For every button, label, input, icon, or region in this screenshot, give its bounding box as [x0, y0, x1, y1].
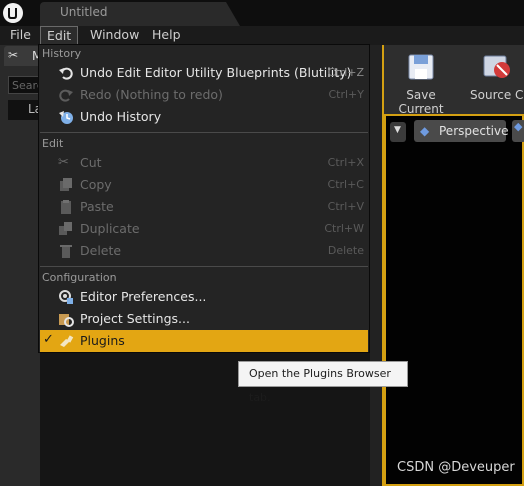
checkmark-icon: ✓ [43, 332, 54, 347]
menu-help[interactable]: Help [146, 26, 187, 45]
menu-item-paste-label: Paste [80, 199, 114, 214]
menu-item-redo[interactable]: Redo (Nothing to redo) Ctrl+Y [40, 84, 368, 106]
menu-item-undo[interactable]: Undo Edit Editor Utility Blueprints (Blu… [40, 62, 368, 84]
menu-item-undo-history-label: Undo History [80, 109, 162, 124]
menu-item-undo-history[interactable]: Undo History [40, 106, 368, 128]
menu-item-duplicate-shortcut: Ctrl+W [324, 222, 364, 235]
menu-item-undo-shortcut: Ctrl+Z [327, 66, 364, 79]
menu-item-paste-shortcut: Ctrl+V [327, 200, 364, 213]
menu-item-copy[interactable]: Copy Ctrl+C [40, 174, 368, 196]
delete-icon [58, 243, 74, 259]
section-history-title: History [42, 47, 82, 60]
menu-item-editor-preferences-label: Editor Preferences... [80, 289, 207, 304]
menu-item-redo-label: Redo (Nothing to redo) [80, 87, 223, 102]
undo-history-icon [58, 109, 74, 125]
menu-item-project-settings[interactable]: Project Settings... [40, 308, 368, 330]
viewport-options-dropdown[interactable]: ▼ [390, 122, 406, 142]
menu-item-project-settings-label: Project Settings... [80, 311, 190, 326]
perspective-button[interactable]: ◆ Perspective [414, 120, 509, 142]
menu-item-copy-label: Copy [80, 177, 112, 192]
save-icon [408, 54, 434, 80]
source-control-button[interactable]: Source Co [466, 50, 524, 104]
menu-item-undo-label: Undo Edit Editor Utility Blueprints (Blu… [80, 65, 352, 80]
view-mode-icon: ◆ [514, 120, 523, 133]
chevron-down-icon: ▼ [394, 125, 401, 135]
menu-item-delete-label: Delete [80, 243, 122, 258]
undo-icon [58, 65, 74, 81]
view-mode-button[interactable]: ◆ [512, 120, 524, 142]
source-control-icon [483, 55, 510, 78]
menu-item-copy-shortcut: Ctrl+C [327, 178, 364, 191]
editor-preferences-icon [58, 289, 74, 305]
perspective-label: Perspective [439, 124, 509, 138]
save-current-button[interactable]: Save Current [386, 50, 456, 116]
level-viewport[interactable] [384, 114, 524, 486]
perspective-icon: ◆ [420, 124, 430, 138]
menu-bar [0, 26, 524, 45]
menu-item-delete[interactable]: Delete Delete [40, 240, 368, 262]
duplicate-icon [58, 221, 74, 237]
left-search-input[interactable]: Search [8, 76, 40, 94]
plugins-tooltip: Open the Plugins Browser tab. [238, 361, 408, 404]
project-settings-icon [58, 311, 74, 327]
menu-item-cut-shortcut: Ctrl+X [327, 156, 364, 169]
watermark: CSDN @Deveuper [397, 460, 515, 475]
menu-item-plugins[interactable]: ✓ Plugins [40, 330, 368, 352]
document-tab-title: Untitled [60, 5, 108, 19]
menu-separator [40, 266, 368, 267]
menu-item-paste[interactable]: Paste Ctrl+V [40, 196, 368, 218]
menu-item-cut[interactable]: ✂ Cut Ctrl+X [40, 152, 368, 174]
section-configuration-title: Configuration [42, 271, 117, 284]
plugins-icon [58, 333, 74, 349]
menu-item-redo-shortcut: Ctrl+Y [328, 88, 364, 101]
menu-item-cut-label: Cut [80, 155, 102, 170]
save-current-label: Save Current [398, 88, 444, 116]
left-panel-tab[interactable]: ✂ M [4, 46, 42, 66]
menu-separator [40, 132, 368, 133]
source-control-label: Source Co [470, 88, 524, 102]
redo-icon [58, 87, 74, 103]
unreal-logo-icon[interactable] [0, 0, 26, 26]
menu-item-plugins-label: Plugins [80, 333, 125, 348]
menu-edit[interactable]: Edit [40, 26, 79, 45]
modes-icon: ✂ [8, 48, 19, 62]
paste-icon [58, 199, 74, 215]
menu-item-duplicate-label: Duplicate [80, 221, 140, 236]
menu-item-delete-shortcut: Delete [327, 244, 364, 257]
copy-icon [58, 177, 74, 193]
menu-item-duplicate[interactable]: Duplicate Ctrl+W [40, 218, 368, 240]
menu-item-editor-preferences[interactable]: Editor Preferences... [40, 286, 368, 308]
menu-window[interactable]: Window [84, 26, 145, 45]
menu-file[interactable]: File [4, 26, 37, 45]
cut-icon: ✂ [58, 155, 69, 170]
section-edit-title: Edit [42, 137, 64, 150]
